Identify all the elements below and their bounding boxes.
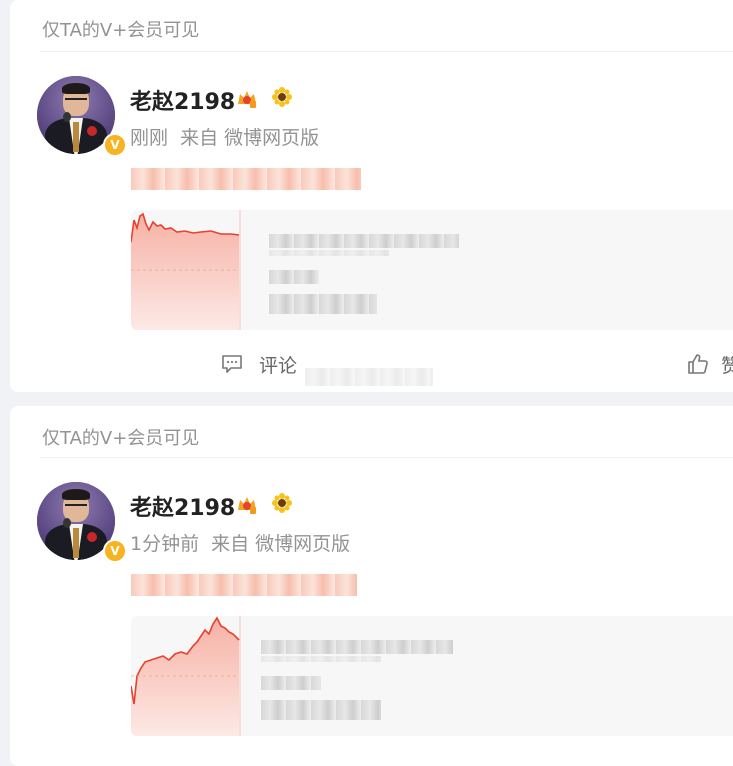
comment-button[interactable]: 评论: [259, 351, 297, 378]
link-title-blurred: [261, 640, 453, 654]
divider: [40, 51, 733, 52]
comment-icon[interactable]: [220, 352, 244, 376]
visibility-label: 仅TA的V+会员可见: [42, 20, 200, 41]
post-meta: 刚刚 来自 微博网页版: [130, 123, 319, 150]
crown-icon[interactable]: [235, 86, 259, 110]
post-text-blurred: [131, 574, 357, 596]
sunflower-icon[interactable]: [271, 492, 293, 514]
link-meta-blurred: [269, 294, 377, 314]
like-button[interactable]: 赞: [721, 351, 733, 378]
like-icon[interactable]: [686, 352, 710, 376]
link-title-blurred: [269, 250, 389, 256]
post-card: 仅TA的V+会员可见 V 老赵2198 1分钟前 来自 微博网页版: [10, 406, 733, 766]
post-card: 仅TA的V+会员可见 V 老赵2198 刚刚 来自 微博网页版 评论 赞: [10, 0, 733, 392]
link-meta-blurred: [261, 700, 381, 720]
post-time[interactable]: 刚刚: [130, 127, 168, 149]
post-text-blurred: [131, 168, 361, 190]
author-name[interactable]: 老赵2198: [130, 84, 235, 116]
link-title-blurred: [261, 656, 381, 662]
chart-thumbnail: [131, 210, 241, 330]
verified-badge: V: [103, 133, 127, 157]
verified-badge: V: [103, 539, 127, 563]
visibility-label: 仅TA的V+会员可见: [42, 428, 200, 449]
divider: [40, 457, 733, 458]
crown-icon[interactable]: [235, 492, 259, 516]
sunflower-icon[interactable]: [271, 86, 293, 108]
post-meta: 1分钟前 来自 微博网页版: [130, 529, 350, 556]
comment-overlay-blurred: [305, 368, 433, 386]
post-time[interactable]: 1分钟前: [130, 533, 199, 555]
chart-thumbnail: [131, 616, 241, 736]
link-desc-blurred: [269, 270, 319, 284]
link-card[interactable]: [131, 210, 733, 330]
link-title-blurred: [269, 234, 459, 248]
link-card[interactable]: [131, 616, 733, 736]
link-desc-blurred: [261, 676, 321, 690]
post-source: 来自 微博网页版: [211, 533, 351, 555]
author-name[interactable]: 老赵2198: [130, 490, 235, 522]
post-source: 来自 微博网页版: [180, 127, 320, 149]
